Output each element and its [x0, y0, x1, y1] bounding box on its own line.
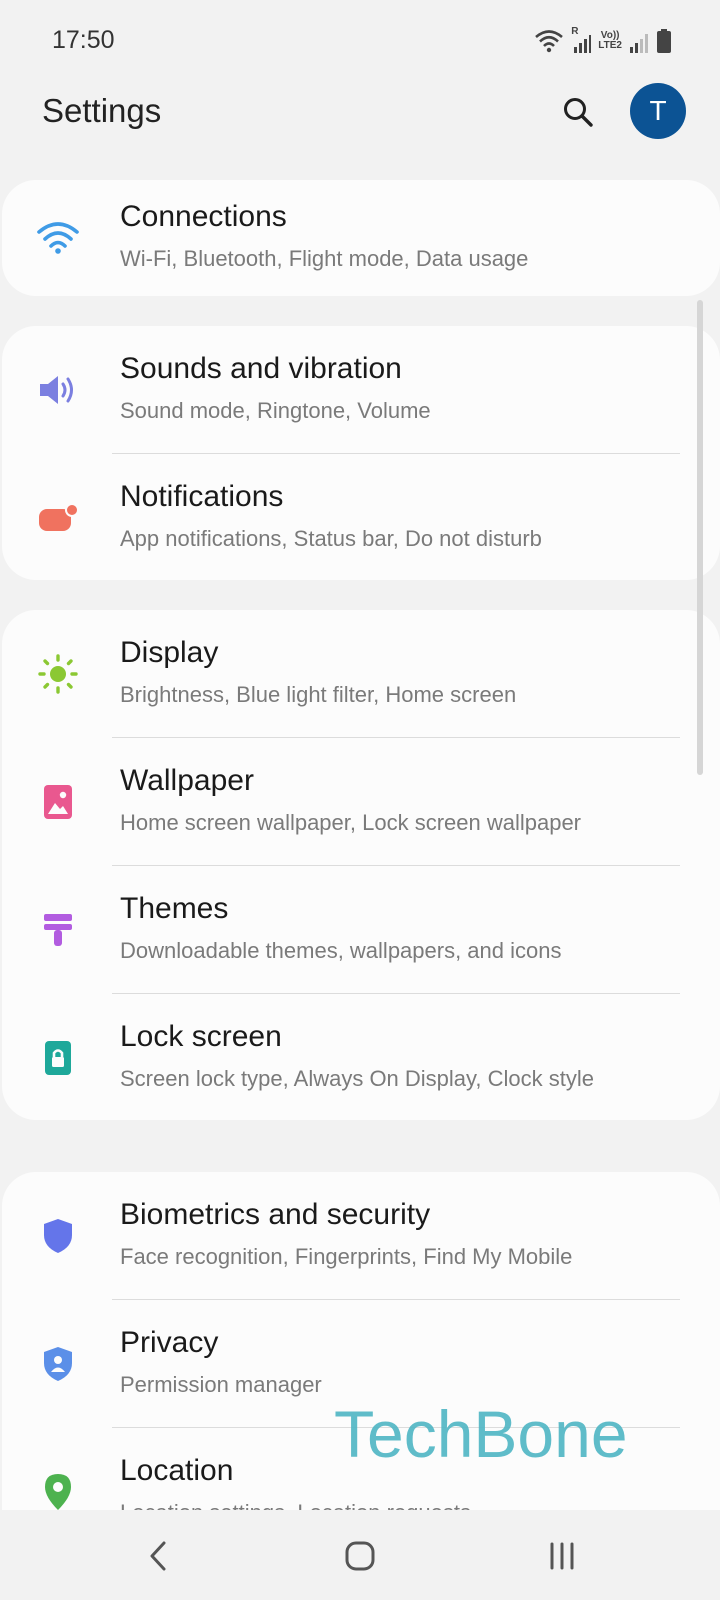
brightness-icon	[36, 652, 80, 696]
settings-item-wallpaper[interactable]: Wallpaper Home screen wallpaper, Lock sc…	[2, 738, 720, 866]
settings-item-subtitle: Sound mode, Ringtone, Volume	[120, 398, 431, 423]
account-avatar[interactable]: T	[630, 83, 686, 139]
privacy-icon	[36, 1342, 80, 1386]
settings-item-title: Sounds and vibration	[120, 352, 402, 385]
settings-item-subtitle: Location settings, Location requests	[120, 1500, 471, 1510]
scrollbar[interactable]	[697, 300, 703, 775]
settings-item-subtitle: App notifications, Status bar, Do not di…	[120, 526, 542, 551]
back-button[interactable]	[128, 1528, 188, 1584]
settings-item-title: Notifications	[120, 480, 284, 513]
signal-sim2-icon	[630, 34, 648, 53]
back-icon	[150, 1541, 166, 1571]
themes-icon	[36, 908, 80, 952]
status-time: 17:50	[52, 26, 115, 54]
home-button[interactable]	[330, 1528, 390, 1584]
navigation-bar	[0, 1510, 720, 1600]
settings-item-connections[interactable]: Connections Wi-Fi, Bluetooth, Flight mod…	[2, 180, 720, 296]
search-icon	[564, 98, 593, 127]
settings-item-subtitle: Home screen wallpaper, Lock screen wallp…	[120, 810, 582, 835]
settings-item-title: Display	[120, 636, 219, 669]
battery-icon	[657, 29, 671, 53]
settings-item-biometrics[interactable]: Biometrics and security Face recognition…	[2, 1172, 720, 1300]
settings-item-subtitle: Face recognition, Fingerprints, Find My …	[120, 1244, 573, 1269]
settings-item-subtitle: Permission manager	[120, 1372, 322, 1397]
search-button[interactable]	[556, 90, 600, 134]
settings-item-title: Location	[120, 1454, 234, 1487]
settings-item-title: Wallpaper	[120, 764, 254, 797]
settings-item-title: Themes	[120, 892, 229, 925]
settings-item-sounds[interactable]: Sounds and vibration Sound mode, Rington…	[2, 326, 720, 454]
settings-item-subtitle: Brightness, Blue light filter, Home scre…	[120, 682, 517, 707]
settings-item-subtitle: Screen lock type, Always On Display, Clo…	[120, 1066, 594, 1091]
wallpaper-icon	[36, 780, 80, 824]
watermark: TechBone	[334, 1397, 628, 1471]
home-icon	[345, 1541, 375, 1571]
recent-apps-icon	[550, 1542, 574, 1570]
signal-sim1-icon: R	[571, 27, 592, 55]
settings-item-display[interactable]: Display Brightness, Blue light filter, H…	[2, 610, 720, 738]
wifi-status-icon	[535, 30, 564, 53]
settings-item-notifications[interactable]: Notifications App notifications, Status …	[2, 454, 720, 582]
settings-item-title: Privacy	[120, 1326, 219, 1359]
settings-group-sound-notifications: Sounds and vibration Sound mode, Rington…	[2, 326, 720, 580]
location-pin-icon	[36, 1470, 80, 1510]
page-title: Settings	[42, 92, 162, 129]
settings-group-connections: Connections Wi-Fi, Bluetooth, Flight mod…	[2, 180, 720, 296]
settings-item-subtitle: Wi-Fi, Bluetooth, Flight mode, Data usag…	[120, 246, 529, 271]
wifi-icon	[36, 216, 80, 260]
settings-item-themes[interactable]: Themes Downloadable themes, wallpapers, …	[2, 866, 720, 994]
lock-icon	[36, 1036, 80, 1080]
volte-indicator: Vo)) LTE2	[598, 30, 622, 51]
settings-group-display: Display Brightness, Blue light filter, H…	[2, 610, 720, 1120]
recent-apps-button[interactable]	[532, 1528, 592, 1584]
settings-item-lock-screen[interactable]: Lock screen Screen lock type, Always On …	[2, 994, 720, 1122]
status-bar: 17:50 R Vo)) LTE2	[0, 0, 720, 82]
settings-item-subtitle: Downloadable themes, wallpapers, and ico…	[120, 938, 562, 963]
settings-item-title: Biometrics and security	[120, 1198, 431, 1231]
volume-icon	[36, 368, 80, 412]
settings-item-title: Connections	[120, 200, 287, 233]
settings-item-title: Lock screen	[120, 1020, 282, 1053]
notification-icon	[36, 496, 80, 540]
shield-icon	[36, 1214, 80, 1258]
status-icons: R Vo)) LTE2	[534, 26, 672, 56]
